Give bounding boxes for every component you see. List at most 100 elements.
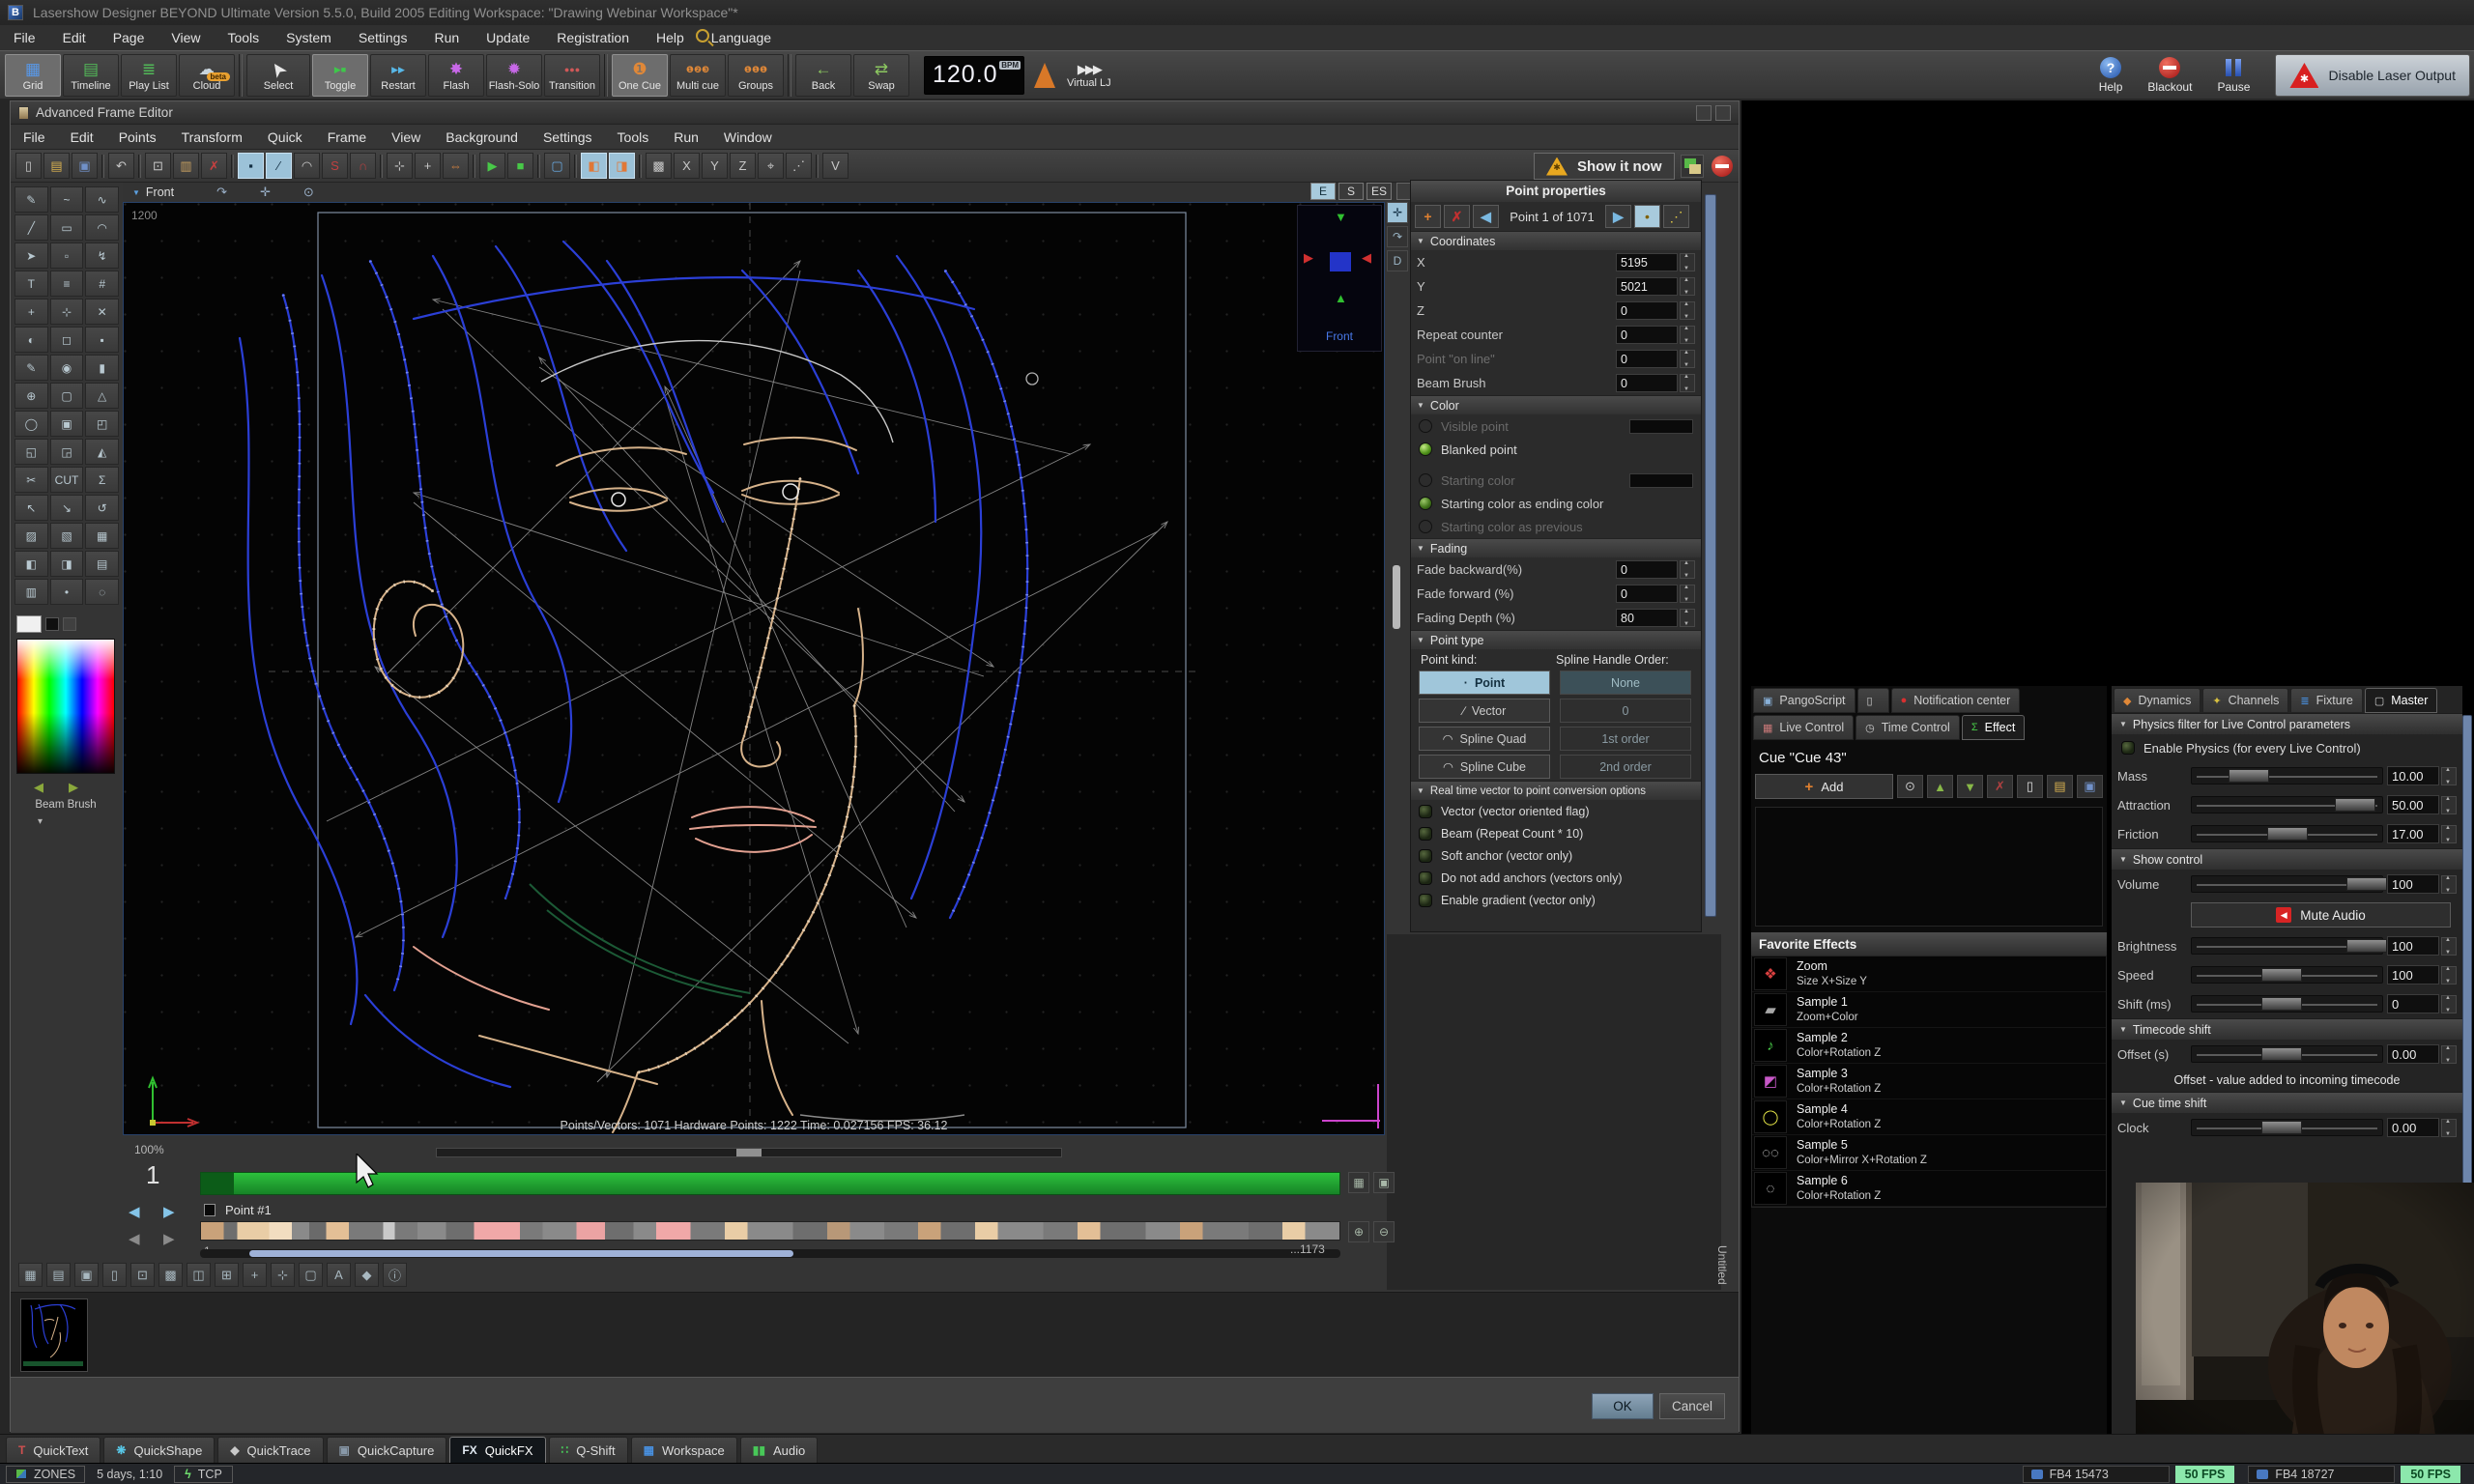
point-kind-button[interactable]: ◠Spline Quad: [1419, 727, 1550, 751]
add-frame-icon[interactable]: ⊞: [215, 1263, 239, 1287]
text-tool-icon[interactable]: A: [327, 1263, 351, 1287]
favorite-effect-item[interactable]: ▰ Sample 1 Zoom+Color: [1752, 992, 2106, 1028]
slider-value[interactable]: 0.00: [2387, 1118, 2439, 1137]
next-frame-icon[interactable]: ▶: [163, 1203, 175, 1220]
vector-points-icon[interactable]: ⋰: [786, 153, 812, 179]
lock-icon[interactable]: ◆: [355, 1263, 379, 1287]
fading-section-header[interactable]: Fading: [1411, 538, 1701, 557]
v-dropdown-button[interactable]: V: [822, 153, 849, 179]
tab-master[interactable]: ▢ Master: [2365, 688, 2438, 713]
editor-restore-icon[interactable]: [1696, 105, 1712, 121]
split-icon[interactable]: ◫: [187, 1263, 211, 1287]
disable-laser-output-button[interactable]: Disable Laser Output: [2275, 54, 2470, 97]
slider-track[interactable]: [2191, 825, 2383, 842]
editor-menu-item[interactable]: Run: [661, 125, 711, 149]
spinner[interactable]: [1680, 560, 1695, 579]
back-button[interactable]: ← Back: [795, 54, 851, 97]
tool-button[interactable]: ↘: [50, 495, 84, 521]
spinner[interactable]: [1680, 277, 1695, 296]
show-control-section-header[interactable]: Show control: [2112, 848, 2462, 870]
timeline-list-icon[interactable]: ▣: [1373, 1172, 1395, 1193]
realtime-option-row[interactable]: Vector (vector oriented flag): [1411, 800, 1701, 822]
tab-channels[interactable]: ✦ Channels: [2202, 688, 2288, 713]
slider-handle[interactable]: [2346, 939, 2387, 953]
tool-button[interactable]: ◧: [14, 551, 48, 577]
zoom-view-icon[interactable]: ⊙: [303, 185, 314, 200]
open-icon[interactable]: ▤: [46, 1263, 71, 1287]
spinner[interactable]: [2441, 937, 2457, 956]
tool-button[interactable]: #: [85, 271, 119, 297]
tab-notes[interactable]: ▯: [1857, 688, 1889, 713]
timeline-option-icon[interactable]: ▦: [1348, 1172, 1369, 1193]
delete-point-button[interactable]: ✗: [1444, 205, 1470, 228]
lock-y-icon[interactable]: Y: [702, 153, 728, 179]
tool-button[interactable]: ◯: [14, 411, 48, 437]
add-point-button[interactable]: +: [1415, 205, 1441, 228]
pan-tool-button[interactable]: ✛: [1387, 202, 1408, 223]
search-effect-icon[interactable]: ⊙: [1897, 775, 1923, 798]
pause-button[interactable]: Pause: [2217, 57, 2250, 94]
slider-track[interactable]: [2191, 1119, 2383, 1136]
info-icon[interactable]: ⓘ: [383, 1263, 407, 1287]
tool-button[interactable]: ▣: [50, 411, 84, 437]
app-menu-item[interactable]: Update: [473, 25, 543, 50]
one-cue-button[interactable]: ❶ One Cue: [612, 54, 668, 97]
slider-track[interactable]: [2191, 875, 2383, 893]
groups-button[interactable]: ❶❶❶ Groups: [728, 54, 784, 97]
value-field[interactable]: 80: [1616, 609, 1678, 627]
zoom-out-icon[interactable]: ⊖: [1373, 1221, 1395, 1242]
app-menu-item[interactable]: Page: [100, 25, 158, 50]
tertiary-color-swatch[interactable]: [63, 617, 76, 631]
editor-menu-item[interactable]: Points: [106, 125, 169, 149]
edit-mode-button[interactable]: S: [1338, 183, 1364, 200]
tool-button[interactable]: ▥: [14, 579, 48, 605]
slider-handle[interactable]: [2267, 827, 2308, 841]
tool-button[interactable]: ✂: [14, 467, 48, 493]
tool-button[interactable]: ◱: [14, 439, 48, 465]
spinner[interactable]: [1680, 350, 1695, 368]
spinner[interactable]: [2441, 1119, 2457, 1137]
tab-quicktrace[interactable]: ◆ QuickTrace: [217, 1437, 323, 1464]
timeline-scrollbar[interactable]: [200, 1249, 1340, 1258]
tcp-button[interactable]: ϟ TCP: [174, 1466, 233, 1483]
frame-list-icon[interactable]: ▯: [102, 1263, 127, 1287]
tab-quicktext[interactable]: T QuickText: [6, 1437, 101, 1464]
paste-icon[interactable]: ▥: [173, 153, 199, 179]
tool-button[interactable]: ✕: [85, 299, 119, 325]
frame-canvas[interactable]: 1200 ▼ ▲ ▶ ◀ Front Points/Vectors: 1071 …: [123, 202, 1385, 1135]
metronome-icon[interactable]: [1034, 63, 1055, 88]
tab-effect[interactable]: Σ Effect: [1962, 715, 2026, 740]
help-button[interactable]: ? Help: [2099, 57, 2123, 94]
app-menu-item[interactable]: File: [0, 25, 49, 50]
point-kind-button[interactable]: ◠Spline Cube: [1419, 755, 1550, 779]
spinner[interactable]: [2441, 875, 2457, 894]
spinner[interactable]: [2441, 796, 2457, 814]
next-point-icon[interactable]: ▶: [163, 1230, 175, 1247]
add-point-icon[interactable]: ⊹: [387, 153, 413, 179]
move-frame-icon[interactable]: +: [243, 1263, 267, 1287]
app-menu-item[interactable]: View: [158, 25, 214, 50]
tool-button[interactable]: Σ: [85, 467, 119, 493]
save-effect-icon[interactable]: ▣: [2077, 775, 2103, 798]
tool-button[interactable]: ◲: [50, 439, 84, 465]
s-tool-icon[interactable]: S: [322, 153, 348, 179]
device-box[interactable]: FB4 15473: [2023, 1466, 2170, 1483]
tool-button[interactable]: ▫: [50, 243, 84, 269]
app-menu-item[interactable]: System: [273, 25, 345, 50]
tool-button[interactable]: ≡: [50, 271, 84, 297]
zoom-scrollbar-handle[interactable]: [736, 1149, 762, 1156]
editor-menu-item[interactable]: File: [11, 125, 58, 149]
frame-thumbnail[interactable]: [20, 1298, 88, 1372]
tool-button[interactable]: ╱: [14, 214, 48, 241]
timeline-button[interactable]: ▤ Timeline: [63, 54, 119, 97]
tab-quickcapture[interactable]: ▣ QuickCapture: [327, 1437, 447, 1464]
app-menu-item[interactable]: Registration: [543, 25, 643, 50]
value-field[interactable]: 0: [1616, 585, 1678, 603]
favorite-effect-item[interactable]: ◌ Sample 6 Color+Rotation Z: [1752, 1171, 2106, 1207]
ok-button[interactable]: OK: [1592, 1393, 1654, 1419]
open-frame-icon[interactable]: ▤: [43, 153, 70, 179]
stop-icon[interactable]: ■: [507, 153, 533, 179]
tool-button[interactable]: ↺: [85, 495, 119, 521]
view-selector[interactable]: Front: [123, 186, 184, 199]
tool-button[interactable]: ◻: [50, 327, 84, 353]
